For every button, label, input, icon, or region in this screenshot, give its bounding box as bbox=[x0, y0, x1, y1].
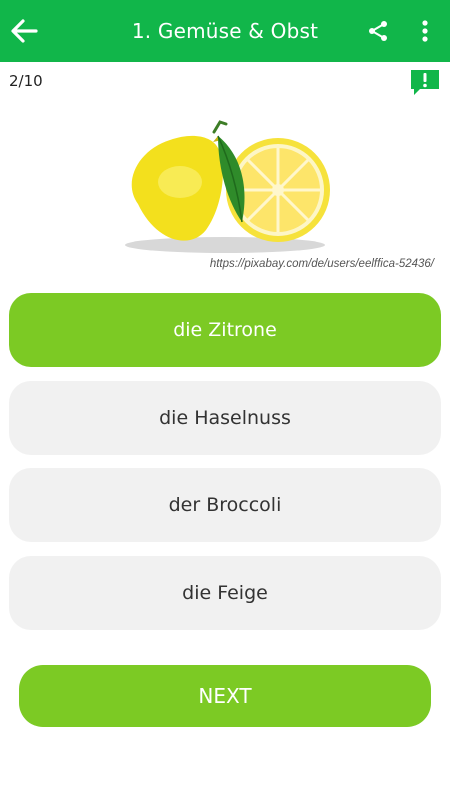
lemon-image bbox=[125, 120, 330, 253]
next-button[interactable]: NEXT bbox=[19, 665, 431, 727]
question-progress: 2/10 bbox=[9, 72, 43, 90]
image-credit: https://pixabay.com/de/users/eelffica-52… bbox=[209, 258, 434, 270]
app-bar: 1. Gemüse & Obst bbox=[0, 0, 450, 62]
answer-option-4[interactable]: die Feige bbox=[9, 556, 441, 630]
answer-option-3[interactable]: der Broccoli bbox=[9, 468, 441, 542]
feedback-exclamation-icon[interactable] bbox=[408, 67, 442, 97]
answer-option-2[interactable]: die Haselnuss bbox=[9, 381, 441, 455]
more-vertical-icon[interactable] bbox=[413, 19, 437, 43]
answer-option-1[interactable]: die Zitrone bbox=[9, 293, 441, 367]
share-icon[interactable] bbox=[366, 19, 390, 43]
